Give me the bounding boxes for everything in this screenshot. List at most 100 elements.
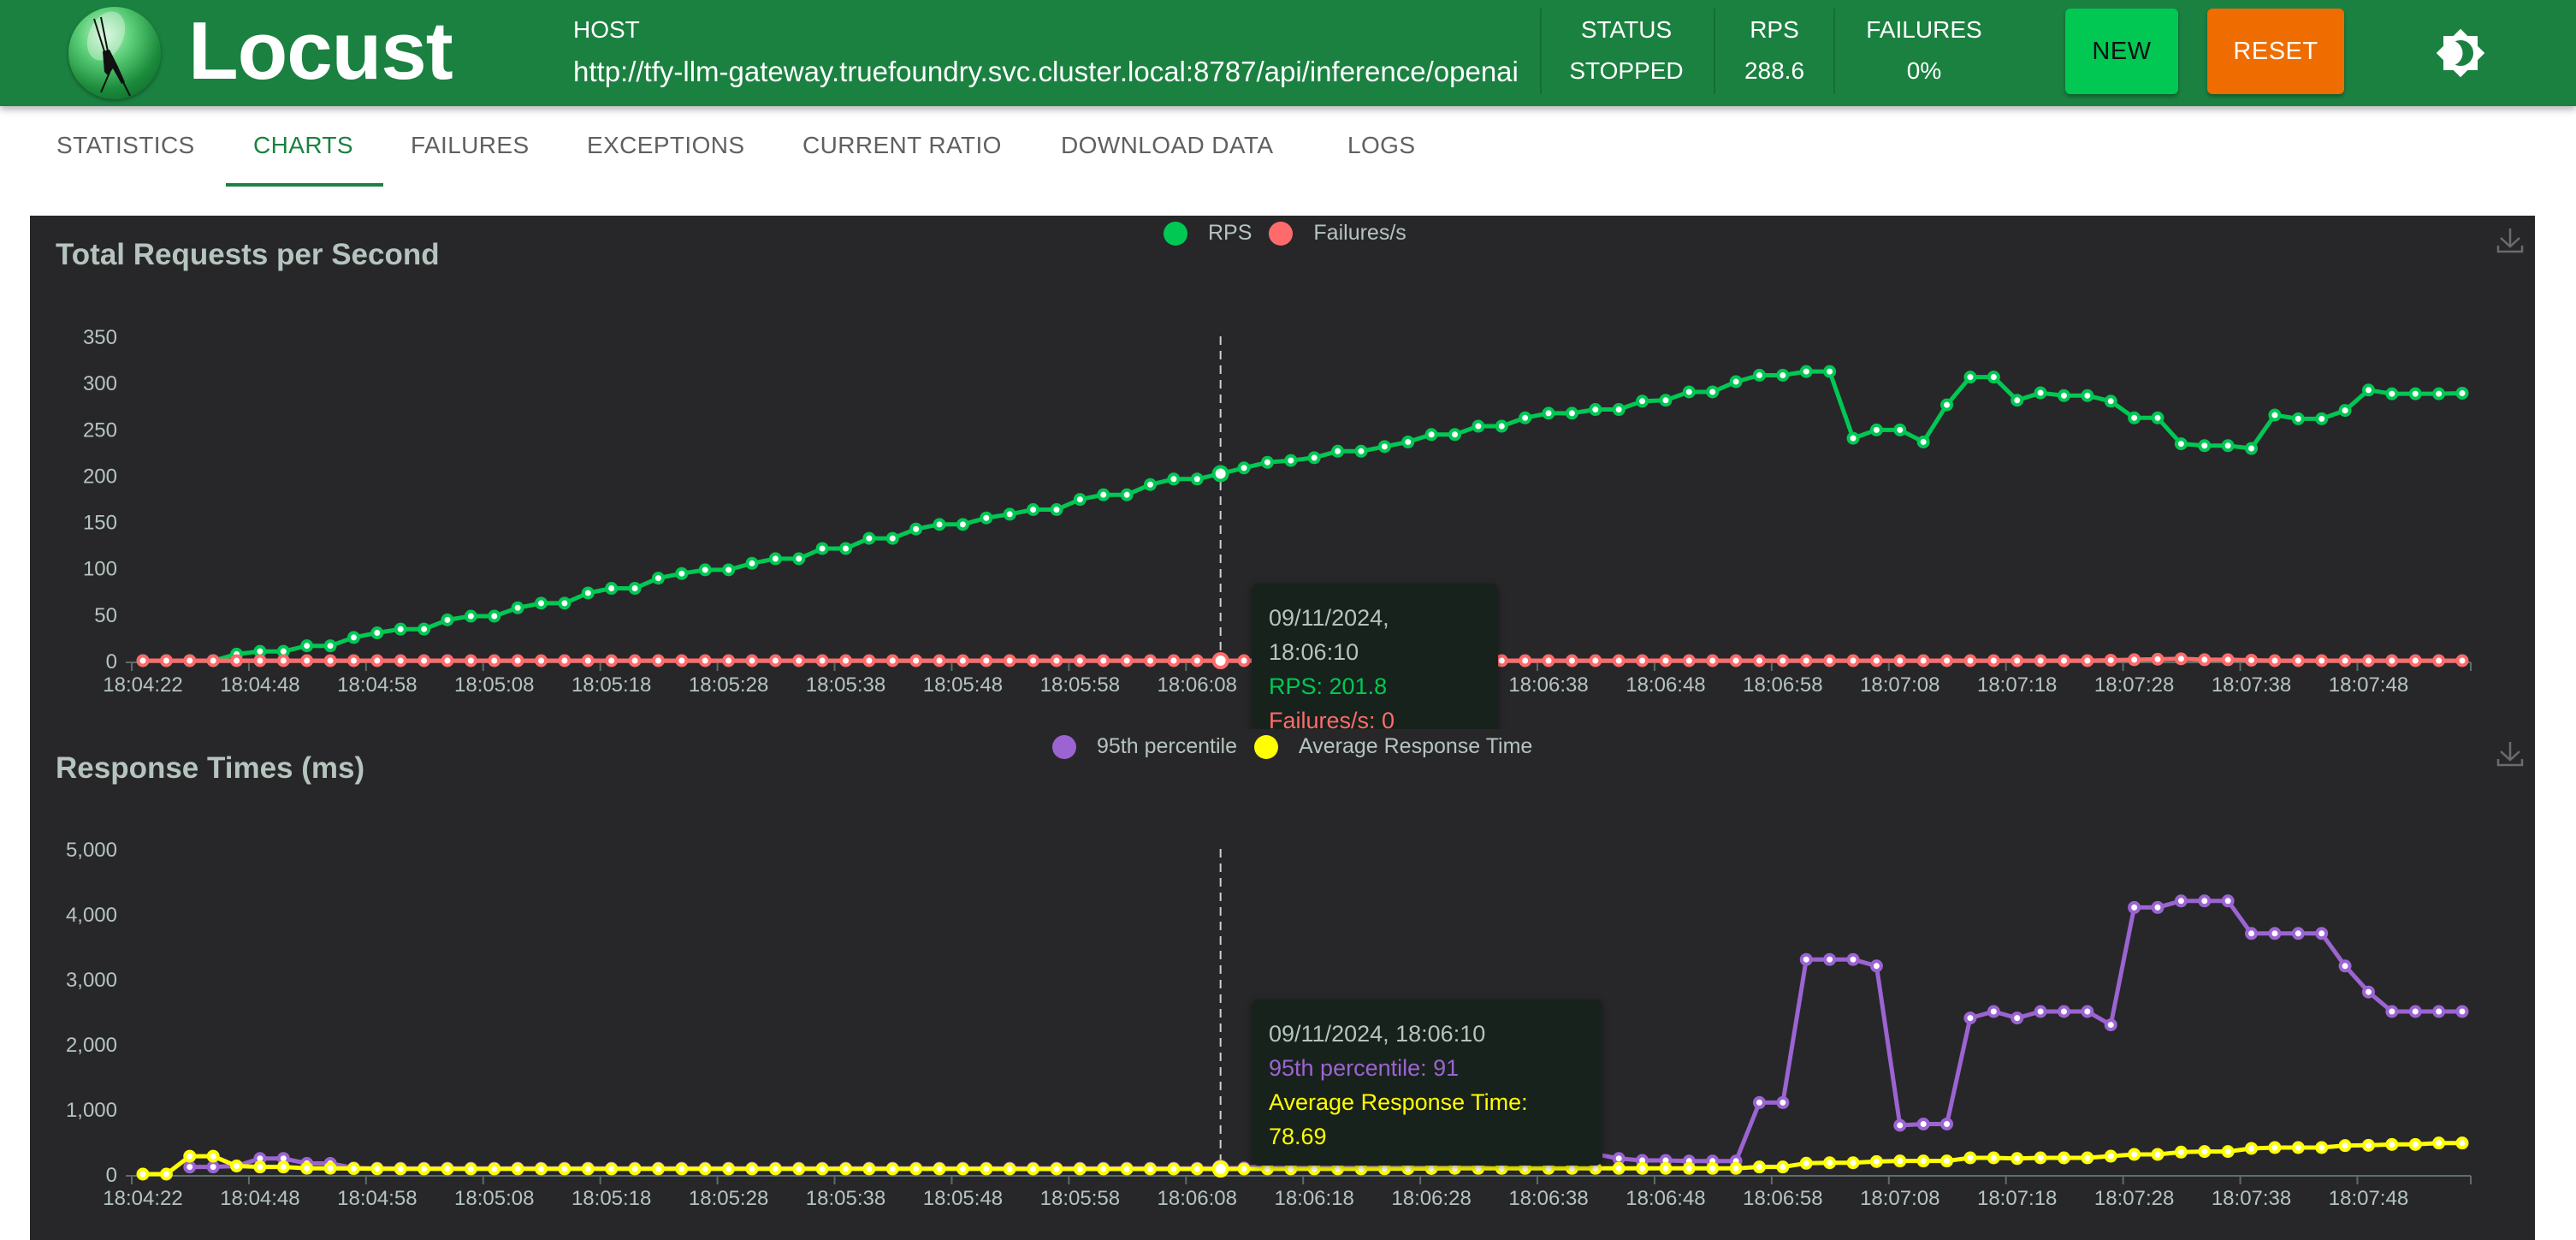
data-point-average-response-time xyxy=(1963,1151,1977,1165)
status-stat: STATUS STOPPED xyxy=(1540,9,1711,94)
legend-label-rps: RPS xyxy=(1208,221,1252,245)
data-point-average-response-time xyxy=(300,1161,314,1175)
tab-exceptions[interactable]: EXCEPTIONS xyxy=(587,132,744,159)
response-times-chart-title: Response Times (ms) xyxy=(56,751,365,785)
x-tick-label: 18:06:38 xyxy=(1508,1187,1588,1210)
data-point-average-response-time xyxy=(253,1160,267,1174)
data-point-failures-s xyxy=(862,654,876,667)
x-tick-label: 18:05:28 xyxy=(689,1187,768,1210)
app-header: Locust HOST http://tfy-llm-gateway.truef… xyxy=(0,0,2576,106)
data-point-failures-s xyxy=(2010,654,2024,667)
data-point-rps xyxy=(1472,419,1485,433)
data-point-rps xyxy=(323,639,337,653)
data-point-failures-s xyxy=(1846,654,1860,667)
data-point-95th-percentile xyxy=(183,1160,197,1174)
data-point-failures-s xyxy=(792,654,806,667)
x-tick-label: 18:04:58 xyxy=(337,673,417,697)
data-point-average-response-time xyxy=(276,1160,290,1174)
data-point-average-response-time xyxy=(2338,1139,2352,1153)
data-point-rps xyxy=(1916,435,1930,448)
tooltip-avg-value: Average Response Time: 78.69 xyxy=(1269,1089,1528,1149)
response-times-chart-panel: 0 1,000 2,000 3,000 4,000 5,000 18:04:22 18:04:… xyxy=(30,729,2535,1240)
data-point-failures-s xyxy=(2361,654,2375,667)
legend-item-rps[interactable]: RPS xyxy=(1164,221,1252,246)
tab-current-ratio[interactable]: CURRENT RATIO xyxy=(802,132,1002,159)
data-point-rps xyxy=(1354,444,1368,458)
data-point-average-response-time xyxy=(1612,1161,1626,1175)
data-point-failures-s xyxy=(2385,654,2399,667)
y-tick-label: 200 xyxy=(83,465,117,488)
tooltip-rps-value: RPS: 201.8 xyxy=(1269,673,1388,699)
tab-statistics[interactable]: STATISTICS xyxy=(56,132,195,159)
data-point-rps xyxy=(1823,365,1837,378)
x-tick-label: 18:05:28 xyxy=(689,673,768,697)
data-point-failures-s xyxy=(815,654,829,667)
host-label: HOST xyxy=(573,16,640,43)
status-label: STATUS xyxy=(1580,16,1673,43)
data-point-95th-percentile xyxy=(2268,927,2282,940)
data-point-average-response-time xyxy=(1799,1156,1813,1170)
data-point-average-response-time xyxy=(1284,1162,1298,1176)
data-point-failures-s xyxy=(558,654,571,667)
x-tick-label: 18:04:48 xyxy=(220,1187,299,1210)
data-point-rps xyxy=(1120,488,1134,501)
data-point-95th-percentile xyxy=(1612,1152,1626,1166)
data-point-average-response-time xyxy=(1916,1154,1930,1168)
download-chart-icon[interactable] xyxy=(2496,226,2525,255)
tab-logs[interactable]: LOGS xyxy=(1347,132,1415,159)
failures-label: FAILURES xyxy=(1866,16,1982,43)
data-point-failures-s xyxy=(394,654,407,667)
data-point-rps xyxy=(862,531,876,545)
data-point-95th-percentile xyxy=(2338,959,2352,973)
data-point-average-response-time xyxy=(1331,1162,1345,1176)
data-point-rps xyxy=(1519,411,1532,424)
data-point-95th-percentile xyxy=(2010,1012,2024,1025)
data-point-average-response-time xyxy=(2455,1136,2469,1150)
data-point-average-response-time xyxy=(1987,1151,2000,1165)
data-point-95th-percentile xyxy=(206,1160,220,1174)
new-test-button[interactable]: NEW xyxy=(2065,9,2178,94)
data-point-rps xyxy=(2455,386,2469,400)
data-point-rps xyxy=(768,552,782,566)
data-point-failures-s xyxy=(1776,654,1790,667)
data-point-rps xyxy=(346,631,360,644)
data-point-failures-s xyxy=(230,654,244,667)
data-point-failures-s xyxy=(1940,654,1954,667)
data-point-95th-percentile xyxy=(1893,1118,1907,1132)
data-point-failures-s xyxy=(1519,654,1532,667)
reset-button[interactable]: RESET xyxy=(2207,9,2344,94)
data-point-rps xyxy=(1401,435,1415,448)
data-point-rps xyxy=(1589,403,1602,417)
y-tick-label: 350 xyxy=(83,326,117,349)
data-point-failures-s xyxy=(2128,653,2141,667)
data-point-average-response-time xyxy=(1190,1162,1204,1176)
legend-item-failures[interactable]: Failures/s xyxy=(1269,221,1406,246)
data-point-failures-s xyxy=(909,654,923,667)
download-chart-icon[interactable] xyxy=(2496,739,2525,768)
data-point-rps xyxy=(1027,502,1040,516)
data-point-rps xyxy=(675,567,689,580)
legend-item-avg[interactable]: Average Response Time xyxy=(1254,734,1532,759)
data-point-rps xyxy=(722,563,736,577)
data-point-average-response-time xyxy=(2385,1137,2399,1151)
x-tick-label: 18:06:38 xyxy=(1508,673,1588,697)
rps-chart-legend: RPS Failures/s xyxy=(1164,221,1424,246)
data-point-average-response-time xyxy=(558,1162,571,1176)
data-point-failures-s xyxy=(1752,654,1766,667)
x-tick-label: 18:07:08 xyxy=(1860,1187,1939,1210)
theme-toggle-icon[interactable] xyxy=(2435,27,2486,79)
data-point-failures-s xyxy=(511,654,524,667)
data-point-average-response-time xyxy=(159,1167,173,1181)
tab-download-data[interactable]: DOWNLOAD DATA xyxy=(1061,132,1273,159)
data-point-95th-percentile xyxy=(2174,894,2188,908)
tab-charts[interactable]: CHARTS xyxy=(253,132,353,159)
tab-failures[interactable]: FAILURES xyxy=(411,132,530,159)
legend-item-p95[interactable]: 95th percentile xyxy=(1052,734,1237,759)
x-tick-label: 18:06:28 xyxy=(1391,1187,1471,1210)
y-tick-label: 3,000 xyxy=(66,969,117,992)
data-point-rps xyxy=(1729,375,1743,389)
data-point-average-response-time xyxy=(1073,1162,1087,1176)
data-point-failures-s xyxy=(768,654,782,667)
data-point-average-response-time xyxy=(1003,1162,1016,1176)
data-point-failures-s xyxy=(183,654,197,667)
